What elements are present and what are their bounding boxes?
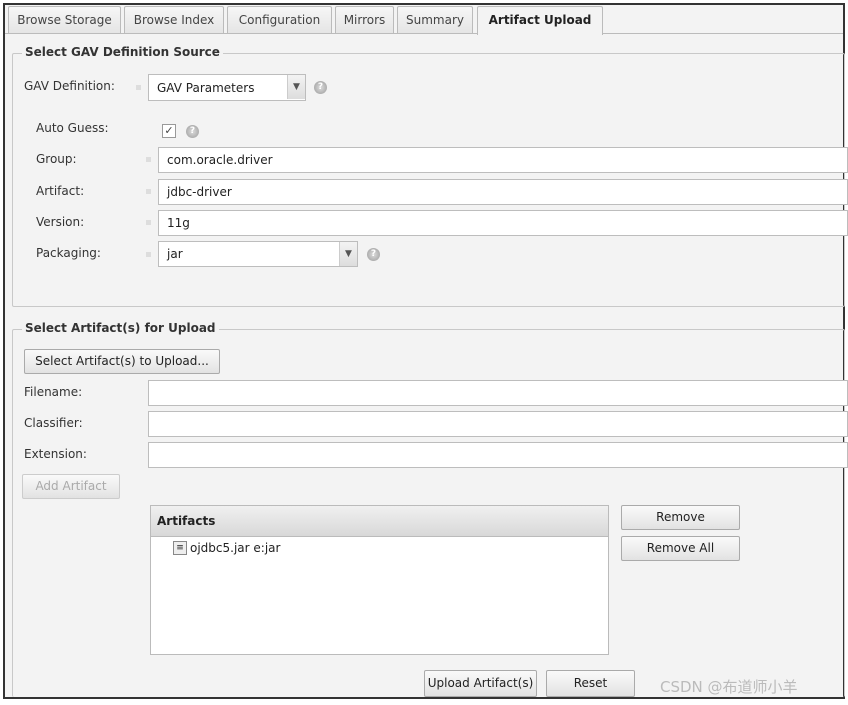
- required-marker: [146, 220, 151, 225]
- help-icon[interactable]: ?: [314, 81, 327, 94]
- gav-legend: Select GAV Definition Source: [22, 45, 223, 59]
- extension-label: Extension:: [24, 447, 87, 461]
- artifacts-grid: Artifacts ≡ ojdbc5.jar e:jar: [150, 505, 609, 655]
- group-input[interactable]: com.oracle.driver: [158, 147, 848, 173]
- artifact-input[interactable]: jdbc-driver: [158, 179, 848, 205]
- version-input[interactable]: 11g: [158, 210, 848, 236]
- tab-mirrors[interactable]: Mirrors: [335, 6, 394, 34]
- file-icon: ≡: [173, 541, 187, 555]
- filename-label: Filename:: [24, 385, 83, 399]
- select-artifacts-button[interactable]: Select Artifact(s) to Upload...: [24, 349, 220, 374]
- upload-artifacts-button[interactable]: Upload Artifact(s): [424, 670, 537, 697]
- gav-definition-label: GAV Definition:: [24, 79, 115, 93]
- classifier-label: Classifier:: [24, 416, 83, 430]
- gav-definition-select[interactable]: GAV Parameters ▼: [148, 74, 306, 101]
- required-marker: [146, 157, 151, 162]
- grid-header: Artifacts: [151, 506, 608, 537]
- auto-guess-label: Auto Guess:: [36, 121, 109, 135]
- extension-input[interactable]: [148, 442, 848, 468]
- remove-button[interactable]: Remove: [621, 505, 740, 530]
- upload-legend: Select Artifact(s) for Upload: [22, 321, 219, 335]
- gav-definition-value: GAV Parameters: [157, 81, 255, 95]
- filename-input[interactable]: [148, 380, 848, 406]
- add-artifact-button[interactable]: Add Artifact: [22, 474, 120, 499]
- help-icon[interactable]: ?: [367, 248, 380, 261]
- help-icon[interactable]: ?: [186, 125, 199, 138]
- tab-configuration[interactable]: Configuration: [227, 6, 332, 34]
- classifier-input[interactable]: [148, 411, 848, 437]
- tab-browse-storage[interactable]: Browse Storage: [8, 6, 121, 34]
- artifact-name: ojdbc5.jar e:jar: [190, 541, 281, 555]
- watermark: CSDN @布道师小羊: [660, 678, 798, 696]
- chevron-down-icon[interactable]: ▼: [339, 242, 357, 266]
- group-label: Group:: [36, 152, 77, 166]
- tab-summary[interactable]: Summary: [397, 6, 473, 34]
- tab-divider: [5, 33, 843, 34]
- tab-browse-index[interactable]: Browse Index: [124, 6, 224, 34]
- chevron-down-icon[interactable]: ▼: [287, 75, 305, 99]
- required-marker: [146, 252, 151, 257]
- packaging-value: jar: [167, 247, 183, 261]
- reset-button[interactable]: Reset: [546, 670, 635, 697]
- tab-artifact-upload[interactable]: Artifact Upload: [477, 6, 603, 35]
- artifact-label: Artifact:: [36, 184, 85, 198]
- required-marker: [146, 189, 151, 194]
- packaging-select[interactable]: jar ▼: [158, 241, 358, 267]
- list-item[interactable]: ≡ ojdbc5.jar e:jar: [151, 537, 608, 559]
- packaging-label: Packaging:: [36, 246, 101, 260]
- required-marker: [136, 85, 141, 90]
- remove-all-button[interactable]: Remove All: [621, 536, 740, 561]
- auto-guess-checkbox[interactable]: ✓: [162, 124, 176, 138]
- version-label: Version:: [36, 215, 85, 229]
